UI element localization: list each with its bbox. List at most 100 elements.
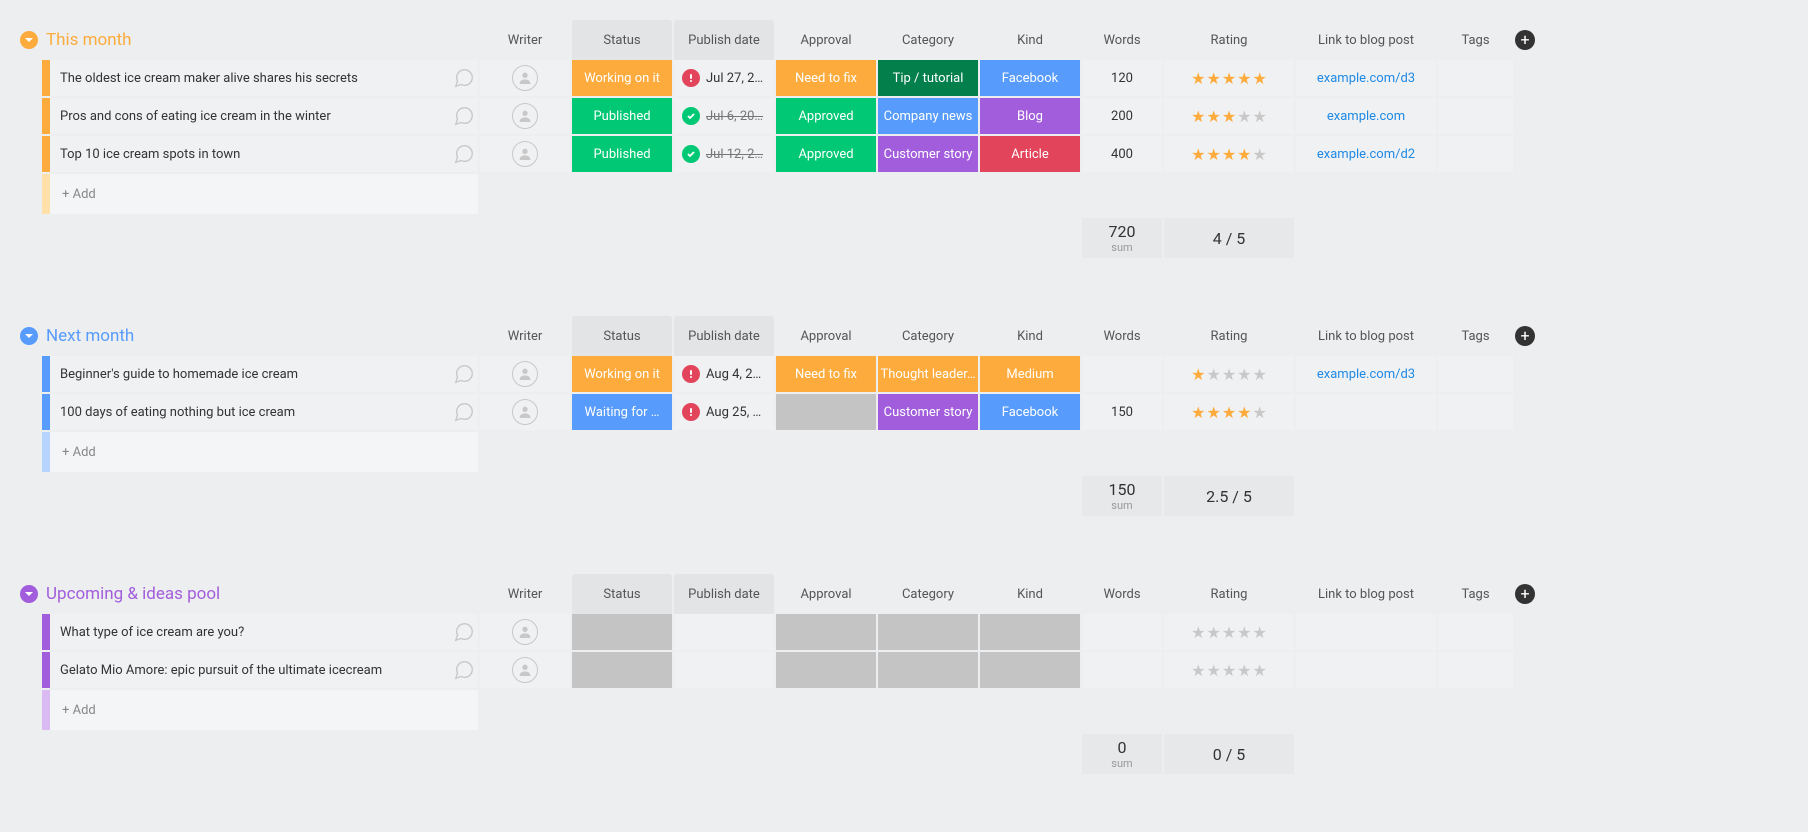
col-link[interactable]: Link to blog post (1296, 33, 1436, 48)
add-item-button[interactable]: + Add (42, 174, 478, 214)
blog-link[interactable]: example.com/d3 (1317, 367, 1415, 382)
writer-cell[interactable] (480, 652, 570, 688)
collapse-icon[interactable] (20, 585, 38, 603)
col-rating[interactable]: Rating (1164, 587, 1294, 602)
status-pill[interactable]: Published (572, 136, 672, 172)
col-rating[interactable]: Rating (1164, 329, 1294, 344)
group-title[interactable]: Upcoming & ideas pool (46, 584, 220, 604)
link-cell[interactable]: example.com/d3 (1296, 356, 1436, 392)
date-cell[interactable]: Jul 27, 2… (674, 60, 774, 96)
col-writer[interactable]: Writer (480, 587, 570, 602)
col-approval[interactable]: Approval (776, 329, 876, 344)
col-words[interactable]: Words (1082, 587, 1162, 602)
item-title-cell[interactable]: The oldest ice cream maker alive shares … (42, 60, 478, 96)
col-link[interactable]: Link to blog post (1296, 329, 1436, 344)
words-cell[interactable]: 150 (1082, 394, 1162, 430)
writer-cell[interactable] (480, 98, 570, 134)
words-cell[interactable]: 200 (1082, 98, 1162, 134)
chat-icon[interactable] (450, 105, 478, 127)
status-pill[interactable]: Customer story (878, 394, 978, 430)
tags-cell[interactable] (1438, 652, 1513, 688)
blog-link[interactable]: example.com (1327, 109, 1405, 124)
status-pill[interactable] (980, 652, 1080, 688)
col-category[interactable]: Category (878, 33, 978, 48)
col-status[interactable]: Status (572, 316, 672, 356)
writer-cell[interactable] (480, 60, 570, 96)
rating-stars[interactable]: ★★★★★ (1191, 365, 1267, 384)
chat-icon[interactable] (450, 659, 478, 681)
link-cell[interactable] (1296, 394, 1436, 430)
chat-icon[interactable] (450, 363, 478, 385)
chat-icon[interactable] (450, 143, 478, 165)
date-cell[interactable]: Aug 25, … (674, 394, 774, 430)
col-kind[interactable]: Kind (980, 587, 1080, 602)
words-cell[interactable] (1082, 356, 1162, 392)
link-cell[interactable]: example.com (1296, 98, 1436, 134)
item-title-cell[interactable]: What type of ice cream are you? (42, 614, 478, 650)
rating-cell[interactable]: ★★★★★ (1164, 394, 1294, 430)
col-status[interactable]: Status (572, 20, 672, 60)
writer-cell[interactable] (480, 614, 570, 650)
status-pill[interactable] (776, 614, 876, 650)
status-pill[interactable]: Thought leader… (878, 356, 978, 392)
words-cell[interactable]: 120 (1082, 60, 1162, 96)
rating-cell[interactable]: ★★★★★ (1164, 652, 1294, 688)
rating-cell[interactable]: ★★★★★ (1164, 136, 1294, 172)
col-rating[interactable]: Rating (1164, 33, 1294, 48)
writer-cell[interactable] (480, 136, 570, 172)
col-writer[interactable]: Writer (480, 33, 570, 48)
col-approval[interactable]: Approval (776, 587, 876, 602)
collapse-icon[interactable] (20, 31, 38, 49)
link-cell[interactable]: example.com/d2 (1296, 136, 1436, 172)
status-pill[interactable] (980, 614, 1080, 650)
status-pill[interactable] (878, 614, 978, 650)
status-pill[interactable]: Published (572, 98, 672, 134)
group-title[interactable]: Next month (46, 326, 134, 346)
status-pill[interactable] (776, 652, 876, 688)
chat-icon[interactable] (450, 401, 478, 423)
tags-cell[interactable] (1438, 98, 1513, 134)
col-publish-date[interactable]: Publish date (674, 574, 774, 614)
col-publish-date[interactable]: Publish date (674, 316, 774, 356)
rating-stars[interactable]: ★★★★★ (1191, 145, 1267, 164)
writer-cell[interactable] (480, 356, 570, 392)
col-writer[interactable]: Writer (480, 329, 570, 344)
rating-stars[interactable]: ★★★★★ (1191, 623, 1267, 642)
col-tags[interactable]: Tags (1438, 587, 1513, 602)
tags-cell[interactable] (1438, 394, 1513, 430)
date-cell[interactable]: Jul 12, 2… (674, 136, 774, 172)
tags-cell[interactable] (1438, 60, 1513, 96)
date-cell[interactable]: Jul 6, 20… (674, 98, 774, 134)
rating-cell[interactable]: ★★★★★ (1164, 614, 1294, 650)
rating-cell[interactable]: ★★★★★ (1164, 356, 1294, 392)
link-cell[interactable]: example.com/d3 (1296, 60, 1436, 96)
status-pill[interactable] (572, 614, 672, 650)
item-title-cell[interactable]: Beginner's guide to homemade ice cream (42, 356, 478, 392)
blog-link[interactable]: example.com/d3 (1317, 71, 1415, 86)
status-pill[interactable] (878, 652, 978, 688)
writer-cell[interactable] (480, 394, 570, 430)
link-cell[interactable] (1296, 614, 1436, 650)
blog-link[interactable]: example.com/d2 (1317, 147, 1415, 162)
date-cell[interactable] (674, 652, 774, 688)
add-item-button[interactable]: + Add (42, 432, 478, 472)
col-category[interactable]: Category (878, 587, 978, 602)
col-publish-date[interactable]: Publish date (674, 20, 774, 60)
col-approval[interactable]: Approval (776, 33, 876, 48)
rating-stars[interactable]: ★★★★★ (1191, 107, 1267, 126)
rating-stars[interactable]: ★★★★★ (1191, 661, 1267, 680)
status-pill[interactable]: Facebook (980, 60, 1080, 96)
date-cell[interactable] (674, 614, 774, 650)
tags-cell[interactable] (1438, 136, 1513, 172)
item-title-cell[interactable]: Gelato Mio Amore: epic pursuit of the ul… (42, 652, 478, 688)
status-pill[interactable]: Company news (878, 98, 978, 134)
status-pill[interactable] (776, 394, 876, 430)
col-words[interactable]: Words (1082, 33, 1162, 48)
tags-cell[interactable] (1438, 614, 1513, 650)
status-pill[interactable]: Medium (980, 356, 1080, 392)
status-pill[interactable]: Blog (980, 98, 1080, 134)
status-pill[interactable]: Facebook (980, 394, 1080, 430)
words-cell[interactable] (1082, 652, 1162, 688)
col-words[interactable]: Words (1082, 329, 1162, 344)
status-pill[interactable]: Tip / tutorial (878, 60, 978, 96)
